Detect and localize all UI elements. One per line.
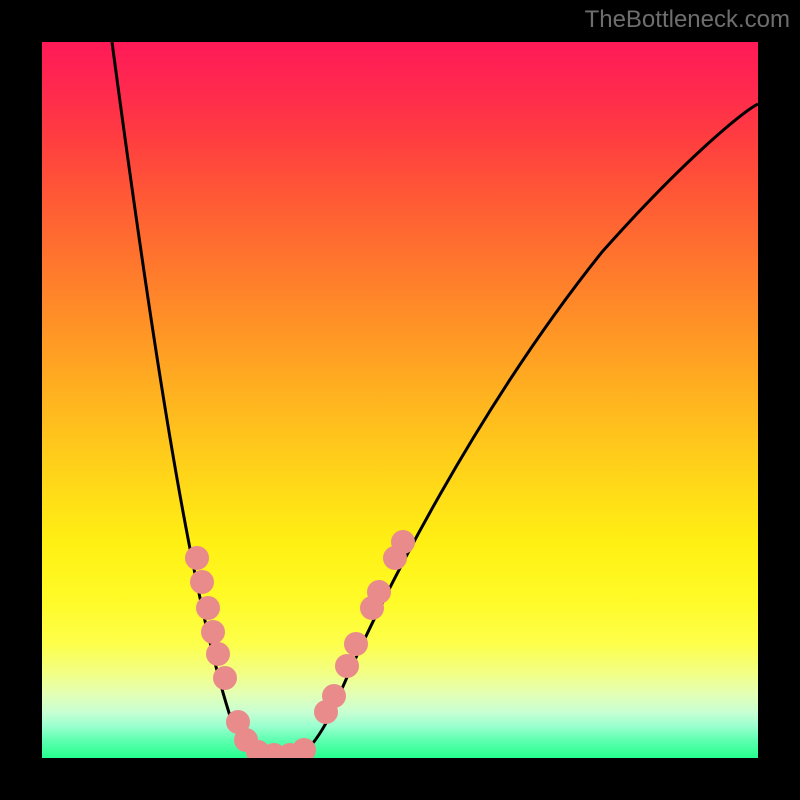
dot bbox=[391, 530, 415, 554]
dots-right-group bbox=[314, 530, 415, 724]
dot bbox=[322, 684, 346, 708]
dot bbox=[201, 620, 225, 644]
dots-bottom-group bbox=[246, 738, 316, 758]
dot bbox=[206, 642, 230, 666]
dot bbox=[213, 666, 237, 690]
chart-svg bbox=[42, 42, 758, 758]
plot-area bbox=[42, 42, 758, 758]
dot bbox=[344, 632, 368, 656]
dot bbox=[196, 596, 220, 620]
chart-frame: TheBottleneck.com bbox=[0, 0, 800, 800]
dots-left-group bbox=[185, 546, 258, 752]
dot bbox=[185, 546, 209, 570]
dot bbox=[292, 738, 316, 758]
dot bbox=[190, 570, 214, 594]
dot bbox=[335, 654, 359, 678]
dot bbox=[367, 580, 391, 604]
watermark-text: TheBottleneck.com bbox=[585, 6, 790, 34]
